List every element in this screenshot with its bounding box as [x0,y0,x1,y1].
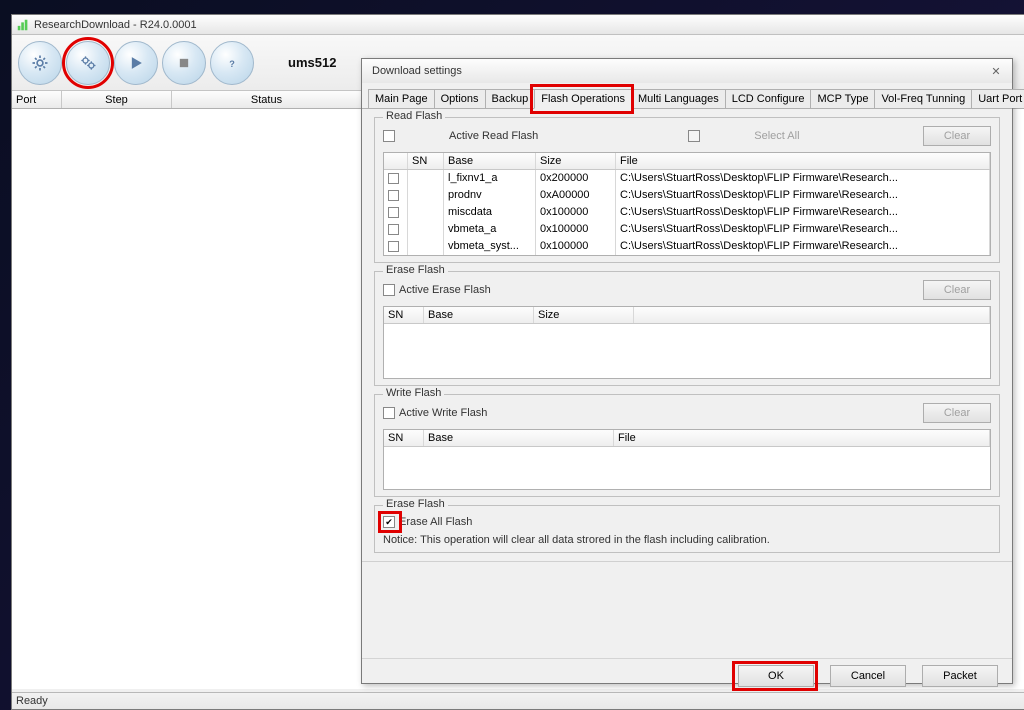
row-checkbox[interactable] [388,207,399,218]
checkbox-erase-all-flash[interactable] [383,516,395,528]
col-base[interactable]: Base [444,153,536,169]
legend-write-flash: Write Flash [383,387,444,399]
list-header: SN Base Size File [384,153,990,170]
status-text: Ready [16,695,48,707]
col-file[interactable]: File [616,153,990,169]
tab-multi-languages[interactable]: Multi Languages [631,89,726,108]
erase-flash-list[interactable]: SN Base Size [383,306,991,379]
app-title: ResearchDownload - R24.0.0001 [34,19,197,31]
tab-main-page[interactable]: Main Page [368,89,435,108]
label-erase-all-flash: Erase All Flash [399,516,472,528]
dialog-buttons: OK Cancel Packet [362,658,1012,695]
legend-read-flash: Read Flash [383,110,445,122]
table-row[interactable]: prodnv0xA00000C:\Users\StuartRoss\Deskto… [384,187,990,204]
svg-text:?: ? [229,59,235,69]
table-row[interactable]: vbmeta_a0x100000C:\Users\StuartRoss\Desk… [384,221,990,238]
dialog-titlebar[interactable]: Download settings ✕ [362,59,1012,83]
col-port[interactable]: Port [12,91,62,108]
help-button[interactable]: ? [210,41,254,85]
row-checkbox[interactable] [388,190,399,201]
desktop: ResearchDownload - R24.0.0001 ? ums512 P… [0,0,1024,710]
tab-vol-freq-tunning[interactable]: Vol-Freq Tunning [874,89,972,108]
read-flash-clear-button[interactable]: Clear [923,126,991,146]
col-status[interactable]: Status [172,91,362,108]
tab-backup[interactable]: Backup [485,89,536,108]
group-read-flash: Read Flash Active Read Flash Select All … [374,117,1000,263]
ok-button[interactable]: OK [738,665,814,687]
tab-uart-port-switch[interactable]: Uart Port Switch [971,89,1024,108]
label-active-erase-flash: Active Erase Flash [399,284,491,296]
group-erase-all-flash: Erase Flash Erase All Flash Notice: This… [374,505,1000,553]
label-active-write-flash: Active Write Flash [399,407,487,419]
checkbox-select-all [688,130,700,142]
group-erase-flash: Erase Flash Active Erase Flash Clear SN … [374,271,1000,386]
legend-erase-all: Erase Flash [383,498,448,510]
erase-all-notice: Notice: This operation will clear all da… [383,534,991,546]
write-flash-list[interactable]: SN Base File [383,429,991,490]
close-icon[interactable]: ✕ [986,61,1006,81]
tabbar: Main Page Options Backup Flash Operation… [362,83,1012,108]
erase-flash-clear-button[interactable]: Clear [923,280,991,300]
table-row[interactable]: l_fixnv1_a0x200000C:\Users\StuartRoss\De… [384,170,990,187]
row-checkbox[interactable] [388,173,399,184]
col-step[interactable]: Step [62,91,172,108]
row-checkbox[interactable] [388,224,399,235]
tab-options[interactable]: Options [434,89,486,108]
dialog-title: Download settings [372,65,462,77]
download-settings-dialog: Download settings ✕ Main Page Options Ba… [361,58,1013,684]
table-row[interactable]: vbmeta_syst...0x100000C:\Users\StuartRos… [384,238,990,255]
tab-content: Read Flash Active Read Flash Select All … [362,108,1012,656]
read-flash-rows: l_fixnv1_a0x200000C:\Users\StuartRoss\De… [384,170,990,255]
col-sn[interactable]: SN [408,153,444,169]
separator [362,561,1012,562]
checkbox-active-read-flash[interactable] [383,130,395,142]
app-icon [16,18,30,32]
group-write-flash: Write Flash Active Write Flash Clear SN … [374,394,1000,497]
table-row[interactable]: miscdata0x100000C:\Users\StuartRoss\Desk… [384,204,990,221]
read-flash-list[interactable]: SN Base Size File l_fixnv1_a0x200000C:\U… [383,152,991,256]
tab-lcd-configure[interactable]: LCD Configure [725,89,812,108]
main-titlebar[interactable]: ResearchDownload - R24.0.0001 [12,15,1024,35]
stop-button[interactable] [162,41,206,85]
start-button[interactable] [114,41,158,85]
packet-button[interactable]: Packet [922,665,998,687]
cancel-button[interactable]: Cancel [830,665,906,687]
checkbox-active-erase-flash[interactable] [383,284,395,296]
checkbox-active-write-flash[interactable] [383,407,395,419]
tab-mcp-type[interactable]: MCP Type [810,89,875,108]
label-active-read-flash: Active Read Flash [449,130,538,142]
settings-button[interactable] [18,41,62,85]
legend-erase-flash: Erase Flash [383,264,448,276]
device-name: ums512 [288,55,336,70]
label-select-all: Select All [754,130,799,142]
col-size[interactable]: Size [536,153,616,169]
tab-flash-operations[interactable]: Flash Operations [534,89,632,109]
row-checkbox[interactable] [388,241,399,252]
write-flash-clear-button[interactable]: Clear [923,403,991,423]
flash-operations-button[interactable] [66,41,110,85]
